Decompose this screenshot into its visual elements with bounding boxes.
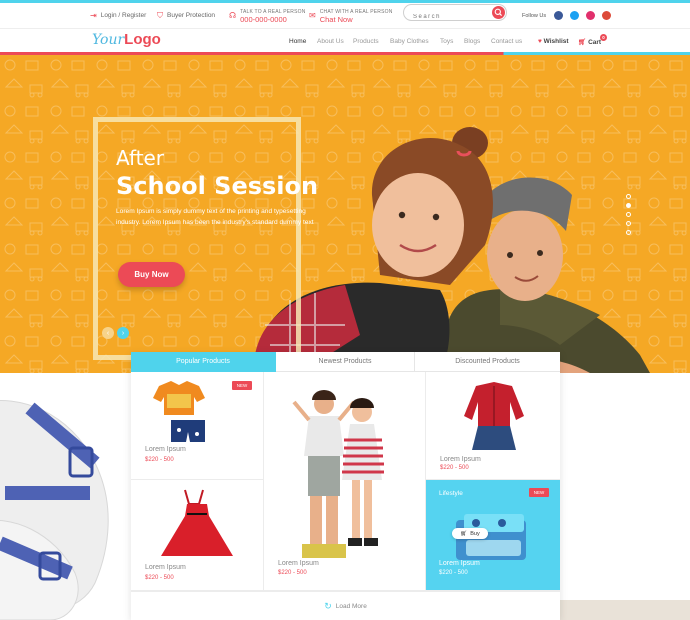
product-card[interactable]: Lorem Ipsum $220 - 500	[426, 372, 560, 480]
wishlist-label: Wishlist	[543, 38, 569, 45]
load-more-button[interactable]: ↻ Load More	[131, 591, 560, 620]
search-input[interactable]	[404, 9, 484, 25]
shield-icon: ⛉	[157, 10, 163, 20]
login-icon: ⇥	[90, 11, 97, 20]
product-image-kids-photo	[292, 390, 384, 558]
nav-products[interactable]: Products	[353, 38, 379, 45]
tab-popular-products[interactable]: Popular Products	[131, 352, 276, 372]
slide-dot[interactable]	[626, 221, 631, 226]
search-button[interactable]	[492, 6, 505, 19]
hero-title: School Session	[116, 172, 319, 200]
prev-slide-button[interactable]: ‹	[102, 327, 114, 339]
twitter-icon[interactable]	[570, 11, 580, 20]
slide-dot[interactable]	[626, 212, 631, 217]
nav-toys[interactable]: Toys	[440, 38, 453, 45]
cart-count-badge: 0	[600, 34, 607, 41]
product-name: Lorem Ipsum	[440, 456, 481, 463]
cart-link[interactable]: 🛒︎ Cart 0	[578, 34, 607, 46]
follow-us: Follow Us	[522, 3, 612, 28]
slide-dots	[626, 194, 631, 235]
next-slide-button[interactable]: ›	[117, 327, 129, 339]
product-name: Lorem Ipsum	[278, 560, 319, 567]
product-name: Lorem Ipsum	[145, 446, 186, 453]
search-box	[403, 4, 507, 25]
hero-banner: After School Session Lorem Ipsum is simp…	[0, 55, 690, 373]
hero-pretitle: After	[116, 146, 165, 170]
instagram-icon[interactable]	[586, 11, 596, 20]
product-card-highlighted[interactable]: Lifestyle NEW 🛒︎ Buy Lorem Ipsum $220 - 5…	[426, 480, 560, 591]
login-label: Login / Register	[100, 12, 147, 19]
facebook-icon[interactable]	[554, 11, 564, 20]
product-panel: Popular Products Newest Products Discoun…	[131, 352, 560, 620]
product-card[interactable]: Lorem Ipsum $220 - 500	[264, 372, 426, 591]
refresh-icon: ↻	[324, 600, 332, 611]
buy-label: Buy	[470, 530, 480, 537]
sandals-image	[0, 400, 109, 620]
buyer-protection-link[interactable]: ⛉ Buyer Protection	[157, 3, 215, 28]
cart-icon: 🛒︎	[578, 39, 587, 46]
chevron-left-icon: ‹	[106, 329, 110, 337]
cart-label: Cart	[588, 39, 602, 46]
slide-dot[interactable]	[626, 194, 631, 199]
cart-icon: 🛒︎	[460, 530, 468, 537]
product-price: $220 - 500	[439, 570, 468, 576]
quick-buy-button[interactable]: 🛒︎ Buy	[452, 528, 488, 539]
nav-baby-clothes[interactable]: Baby Clothes	[390, 38, 429, 45]
nav-contact-us[interactable]: Contact us	[491, 38, 522, 45]
product-name: Lorem Ipsum	[145, 564, 186, 571]
product-name: Lorem Ipsum	[439, 560, 480, 567]
nav-home[interactable]: Home	[289, 38, 306, 45]
product-price: $220 - 500	[440, 465, 469, 471]
main-nav: YourLogo Home About Us Products Baby Clo…	[0, 28, 690, 54]
product-price: $220 - 500	[145, 457, 174, 463]
tab-newest-products[interactable]: Newest Products	[276, 352, 415, 372]
new-badge: NEW	[232, 381, 252, 390]
load-more-label: Load More	[335, 602, 367, 610]
wishlist-link[interactable]: ♥ Wishlist	[538, 38, 569, 45]
nav-blogs[interactable]: Blogs	[464, 38, 480, 45]
googleplus-icon[interactable]	[602, 11, 612, 20]
product-price: $220 - 500	[145, 575, 174, 581]
talk-to-person[interactable]: ☊ TALK TO A REAL PERSON 000-000-0000	[229, 3, 306, 28]
nav-about-us[interactable]: About Us	[317, 38, 344, 45]
search-icon	[494, 8, 503, 17]
chat-with-person[interactable]: ✉ CHAT WITH A REAL PERSON Chat Now	[309, 3, 393, 28]
product-tabs: Popular Products Newest Products Discoun…	[131, 352, 560, 372]
product-image-red-jacket	[464, 382, 524, 450]
product-card[interactable]: NEW Lorem Ipsum $220 - 500	[131, 372, 264, 480]
hero-description: Lorem Ipsum is simply dummy text of the …	[116, 208, 314, 226]
headset-icon: ☊	[229, 11, 237, 20]
follow-label: Follow Us	[522, 12, 547, 19]
heart-icon: ♥	[538, 38, 542, 45]
slide-dot[interactable]	[626, 230, 631, 235]
chat-now-link[interactable]: Chat Now	[320, 15, 393, 24]
buy-now-button[interactable]: Buy Now	[118, 262, 185, 287]
product-card[interactable]: Lorem Ipsum $220 - 500	[131, 480, 264, 591]
buyer-protection-label: Buyer Protection	[167, 12, 216, 19]
product-price: $220 - 500	[278, 570, 307, 576]
chevron-right-icon: ›	[121, 329, 125, 337]
phone-number: 000-000-0000	[240, 14, 287, 24]
chat-icon: ✉	[309, 11, 316, 20]
slide-dot-active[interactable]	[626, 203, 631, 208]
bottom-photo-strip	[560, 600, 690, 620]
tab-discounted-products[interactable]: Discounted Products	[415, 352, 560, 372]
login-register-link[interactable]: ⇥ Login / Register	[90, 3, 146, 28]
